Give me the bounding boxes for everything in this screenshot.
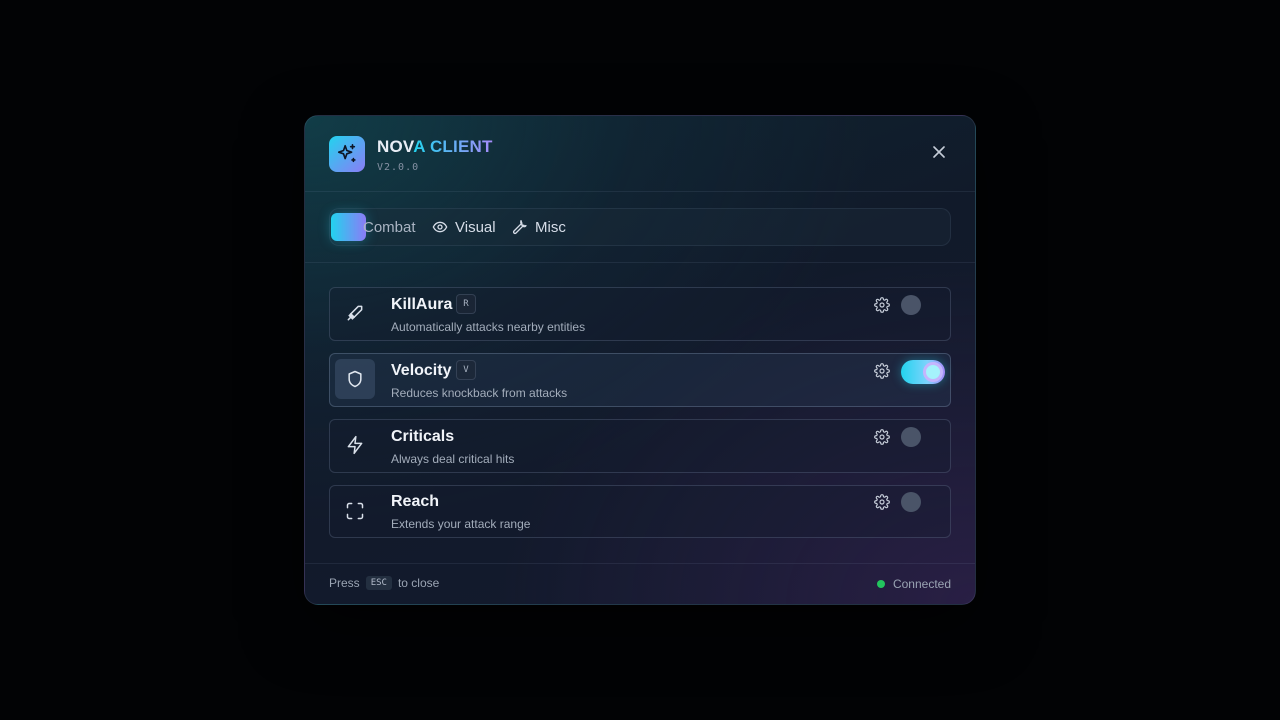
version-label: V2.0.0 — [377, 162, 420, 173]
keybind-badge[interactable]: R — [456, 294, 476, 314]
keybind-badge[interactable]: V — [456, 360, 476, 380]
category-tabs: Combat Visual Misc — [329, 208, 951, 246]
gear-icon[interactable] — [874, 297, 890, 313]
esc-key-badge: ESC — [365, 576, 392, 590]
expand-icon — [335, 491, 375, 531]
lightning-icon — [335, 425, 375, 465]
tab-misc[interactable]: Misc — [512, 209, 566, 245]
app-title-part1: NOV — [377, 137, 414, 156]
connection-status: Connected — [876, 577, 951, 591]
tab-combat-label: Combat — [363, 218, 416, 236]
status-dot-icon — [876, 580, 885, 588]
panel-footer: Press ESC to close Connected — [305, 563, 975, 604]
active-tab-indicator — [331, 213, 366, 241]
toggle-knob — [901, 427, 921, 447]
close-hint-press: Press — [329, 576, 360, 590]
close-button[interactable] — [929, 142, 949, 162]
wrench-icon — [512, 220, 527, 235]
module-row-criticals[interactable]: Criticals Always deal critical hits — [329, 419, 951, 473]
shield-icon — [335, 359, 375, 399]
tab-visual-label: Visual — [455, 218, 496, 236]
module-description: Extends your attack range — [391, 517, 531, 531]
module-name: Velocity — [391, 362, 452, 379]
app-title: NOVA CLIENT — [377, 137, 493, 157]
module-description: Always deal critical hits — [391, 452, 515, 466]
gear-icon[interactable] — [874, 429, 890, 445]
section-divider — [305, 262, 975, 263]
gear-icon[interactable] — [874, 363, 890, 379]
module-description: Reduces knockback from attacks — [391, 386, 568, 400]
module-row-reach[interactable]: Reach Extends your attack range — [329, 485, 951, 538]
close-hint-to-close: to close — [397, 576, 440, 590]
module-name: KillAura — [391, 296, 453, 313]
toggle-knob — [923, 362, 943, 382]
sword-icon — [335, 293, 375, 333]
tab-misc-label: Misc — [535, 218, 566, 236]
module-row-killaura[interactable]: KillAura R Automatically attacks nearby … — [329, 287, 951, 341]
module-row-velocity[interactable]: Velocity V Reduces knockback from attack… — [329, 353, 951, 407]
module-description: Automatically attacks nearby entities — [391, 320, 586, 334]
panel-header: NOVA CLIENT V2.0.0 — [305, 116, 975, 192]
module-toggle[interactable] — [901, 426, 945, 448]
module-name: Criticals — [391, 428, 455, 445]
sparkle-logo-icon — [329, 136, 365, 172]
tab-combat[interactable]: Combat — [363, 209, 416, 245]
module-toggle[interactable] — [901, 294, 945, 316]
eye-icon — [432, 221, 448, 233]
module-toggle[interactable] — [901, 360, 945, 384]
module-toggle[interactable] — [901, 491, 945, 513]
client-panel: NOVA CLIENT V2.0.0 Combat Visual Misc Ki… — [304, 115, 976, 605]
toggle-knob — [901, 492, 921, 512]
module-name: Reach — [391, 493, 440, 510]
toggle-knob — [901, 295, 921, 315]
tab-visual[interactable]: Visual — [432, 209, 496, 245]
gear-icon[interactable] — [874, 494, 890, 510]
status-label: Connected — [892, 577, 951, 591]
close-hint: Press ESC to close — [329, 576, 439, 590]
app-title-part2: A CLIENT — [413, 137, 493, 156]
close-icon — [933, 146, 945, 158]
